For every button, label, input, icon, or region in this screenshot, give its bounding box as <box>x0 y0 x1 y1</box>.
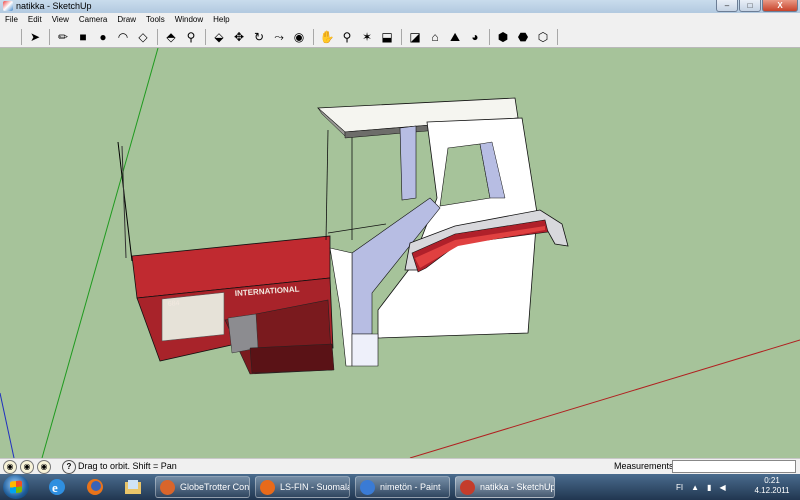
volume-icon[interactable]: ◀ <box>719 483 725 492</box>
firefox-icon[interactable] <box>78 476 112 498</box>
pan-tool-icon[interactable]: ✋ <box>319 29 335 45</box>
clock-date: 4.12.2011 <box>754 486 790 495</box>
taskbar-item-label: LS-FIN - Suomalai... <box>280 482 349 492</box>
user-icon[interactable]: ◉ <box>37 460 51 474</box>
tape-measure-icon[interactable]: ⚲ <box>183 29 199 45</box>
zoom-tool-icon[interactable]: ⚲ <box>339 29 355 45</box>
window-controls: – □ X <box>716 0 798 12</box>
share-model-icon[interactable]: ⬣ <box>515 29 531 45</box>
window-title: natikka - SketchUp <box>16 1 92 11</box>
clock-time: 0:21 <box>764 476 780 485</box>
menu-help[interactable]: Help <box>208 15 234 24</box>
taskbar-app-icon <box>460 480 475 495</box>
rotate-tool-icon[interactable]: ↻ <box>251 29 267 45</box>
tray-arrow-icon[interactable]: ▲ <box>691 483 699 492</box>
model-canvas: INTERNATIONAL 684 <box>0 48 800 458</box>
system-tray: FI ▲ ▮ ◀ <box>676 477 726 497</box>
sketchup-app-icon <box>3 1 13 11</box>
tractor-hood: INTERNATIONAL 684 <box>131 235 335 375</box>
minimize-button[interactable]: – <box>716 0 738 12</box>
menu-edit[interactable]: Edit <box>23 15 47 24</box>
taskbar-app-icon <box>160 480 175 495</box>
close-button[interactable]: X <box>762 0 798 12</box>
taskbar-app-icon <box>360 480 375 495</box>
top-view-icon[interactable]: ◪ <box>407 29 423 45</box>
drawing-viewport[interactable]: INTERNATIONAL 684 <box>0 48 800 458</box>
credits-icon[interactable]: ◉ <box>20 460 34 474</box>
follow-me-icon[interactable]: ⤳ <box>271 29 287 45</box>
measurements-input[interactable] <box>672 460 796 473</box>
status-bar: ◉ ◉ ◉ ? Drag to orbit. Shift = Pan Measu… <box>0 458 800 474</box>
zoom-extents-icon[interactable]: ✶ <box>359 29 375 45</box>
menu-bar: File Edit View Camera Draw Tools Window … <box>0 13 800 26</box>
start-button[interactable] <box>3 475 29 499</box>
windows-taskbar: e GlobeTrotter Con... LS-FIN - Suomalai..… <box>0 474 800 500</box>
rectangle-tool-icon[interactable]: ■ <box>75 29 91 45</box>
toolbar-separator <box>489 29 490 45</box>
move-tool-icon[interactable]: ✥ <box>231 29 247 45</box>
toolbar-separator <box>205 29 206 45</box>
orbit-tool-icon[interactable]: ◉ <box>291 29 307 45</box>
taskbar-app-icon <box>260 480 275 495</box>
toggle-terrain-icon[interactable]: ⛰ <box>447 29 463 45</box>
toolbar-separator <box>157 29 158 45</box>
components-icon[interactable]: ⬡ <box>535 29 551 45</box>
taskbar-item[interactable]: LS-FIN - Suomalai... <box>255 476 350 498</box>
menu-tools[interactable]: Tools <box>141 15 170 24</box>
green-axis-line <box>41 48 159 458</box>
paint-bucket-icon[interactable]: ⬘ <box>163 29 179 45</box>
status-hint: Drag to orbit. Shift = Pan <box>78 461 177 471</box>
taskbar-item-label: nimetön - Paint <box>380 482 441 492</box>
taskbar-item[interactable]: GlobeTrotter Con... <box>155 476 250 498</box>
select-tool-icon[interactable]: ➤ <box>27 29 43 45</box>
geo-location-icon[interactable]: ◉ <box>3 460 17 474</box>
iso-view-icon[interactable]: ⬓ <box>379 29 395 45</box>
menu-window[interactable]: Window <box>170 15 208 24</box>
tractor-cab <box>317 97 569 367</box>
taskbar-item[interactable]: nimetön - Paint <box>355 476 450 498</box>
menu-draw[interactable]: Draw <box>112 15 141 24</box>
toolbar-separator <box>21 29 22 45</box>
taskbar-item-label: natikka - SketchUp <box>480 482 555 492</box>
toolbar-separator <box>49 29 50 45</box>
menu-view[interactable]: View <box>47 15 74 24</box>
menu-file[interactable]: File <box>0 15 23 24</box>
circle-tool-icon[interactable]: ● <box>95 29 111 45</box>
blue-axis-line <box>0 392 15 458</box>
file-explorer-icon[interactable] <box>116 476 150 498</box>
maximize-button[interactable]: □ <box>739 0 761 12</box>
toolbar-separator <box>557 29 558 45</box>
toolbar-separator <box>313 29 314 45</box>
taskbar-item[interactable]: natikka - SketchUp <box>455 476 555 498</box>
menu-camera[interactable]: Camera <box>74 15 112 24</box>
eraser-tool-icon[interactable]: ◇ <box>135 29 151 45</box>
warehouse-icon[interactable]: ⬢ <box>495 29 511 45</box>
help-icon[interactable]: ? <box>62 460 76 474</box>
red-axis-line <box>409 339 800 458</box>
google-earth-icon[interactable]: ◕ <box>467 29 483 45</box>
window-titlebar[interactable]: natikka - SketchUp – □ X <box>0 0 800 13</box>
measurements-label: Measurements <box>614 461 674 471</box>
language-indicator[interactable]: FI <box>676 483 683 492</box>
push-pull-icon[interactable]: ⬙ <box>211 29 227 45</box>
line-tool-icon[interactable]: ✏ <box>55 29 71 45</box>
network-icon[interactable]: ▮ <box>707 483 711 492</box>
model-number-text: 684 <box>168 300 180 308</box>
main-toolbar: ➤ ✏ ■ ● ◠ ◇ ⬘ ⚲ ⬙ ✥ ↻ ⤳ ◉ ✋ ⚲ ✶ ⬓ ◪ ⌂ ⛰ ◕ ⬢ ⬣ ⬡ <box>0 26 800 48</box>
arc-tool-icon[interactable]: ◠ <box>115 29 131 45</box>
add-location-icon[interactable]: ⌂ <box>427 29 443 45</box>
windows-logo-icon <box>10 480 22 494</box>
toolbar-separator <box>401 29 402 45</box>
system-clock[interactable]: 0:21 4.12.2011 <box>752 476 792 496</box>
svg-text:e: e <box>52 480 58 495</box>
taskbar-item-label: GlobeTrotter Con... <box>180 482 250 492</box>
internet-explorer-icon[interactable]: e <box>40 476 74 498</box>
